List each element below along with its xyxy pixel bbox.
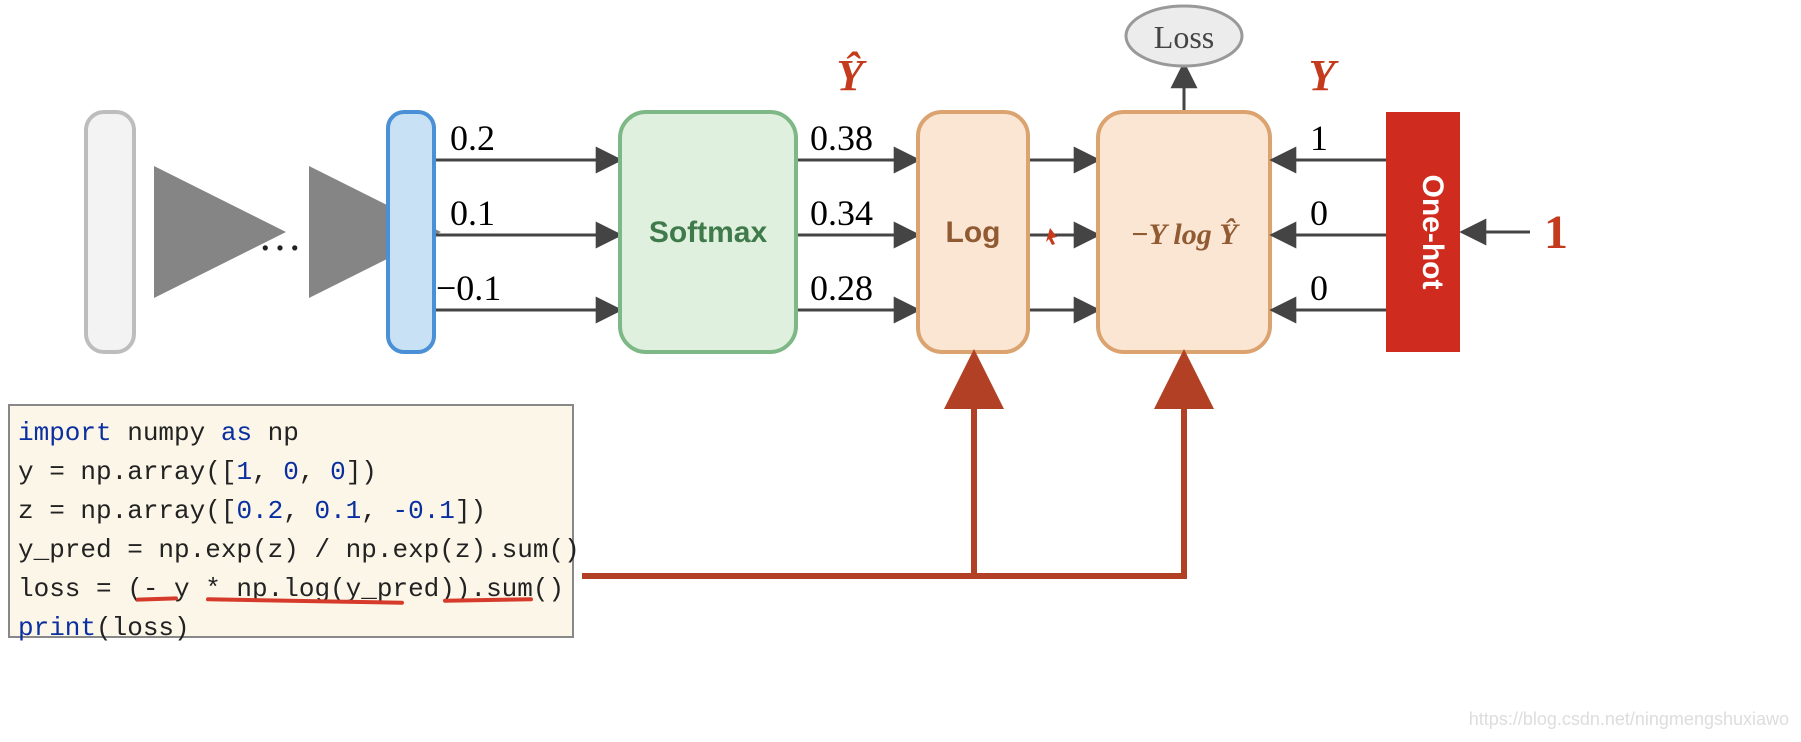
ellipsis: … — [258, 211, 302, 260]
target-0: 1 — [1310, 118, 1328, 158]
logit-2: −0.1 — [436, 268, 501, 308]
logits-tensor — [388, 112, 434, 352]
target-2: 0 — [1310, 268, 1328, 308]
y-header: Y — [1309, 51, 1340, 100]
code-snippet: import numpy as np y = np.array([1, 0, 0… — [8, 404, 574, 638]
cursor-icon — [1046, 228, 1057, 245]
input-tensor — [86, 112, 134, 352]
watermark: https://blog.csdn.net/ningmengshuxiawo — [1469, 709, 1789, 730]
prob-2: 0.28 — [810, 268, 873, 308]
logit-0: 0.2 — [450, 118, 495, 158]
yhat-header: Ŷ — [837, 51, 868, 100]
onehot-label: One-hot — [1416, 175, 1449, 290]
prob-0: 0.38 — [810, 118, 873, 158]
nll-label: −Y log Ŷ — [1130, 218, 1240, 251]
softmax-label: Softmax — [649, 216, 768, 249]
class-label-input: 1 — [1544, 206, 1568, 259]
log-label: Log — [946, 216, 1001, 249]
prob-1: 0.34 — [810, 193, 873, 233]
loss-label: Loss — [1154, 19, 1214, 55]
code-connector — [582, 356, 1184, 576]
target-1: 0 — [1310, 193, 1328, 233]
logit-1: 0.1 — [450, 193, 495, 233]
